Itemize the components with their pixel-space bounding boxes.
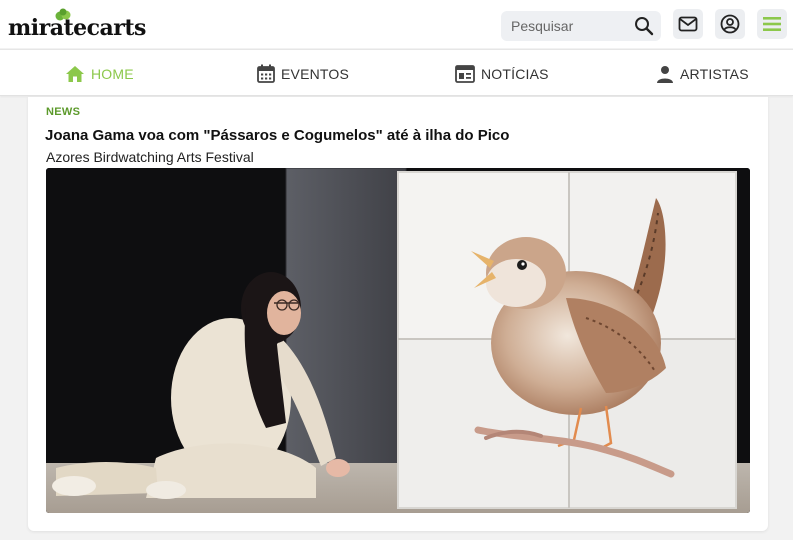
article-title[interactable]: Joana Gama voa com "Pássaros e Cogumelos… [45, 127, 509, 144]
logo[interactable]: miratecarts [8, 8, 146, 41]
nav-item-noticias[interactable]: NOTÍCIAS [455, 50, 549, 97]
calendar-icon [257, 64, 275, 83]
person-icon [657, 65, 673, 83]
nav-item-artistas[interactable]: ARTISTAS [656, 50, 749, 97]
nav-item-label: HOME [91, 65, 134, 82]
menu-icon [763, 17, 781, 31]
main-nav: HOME EVENTOS NOTÍCIAS ARTISTAS [0, 49, 793, 96]
messages-button[interactable] [673, 9, 703, 39]
nav-item-label: NOTÍCIAS [481, 65, 549, 82]
nav-item-label: EVENTOS [281, 65, 350, 82]
mail-icon [678, 16, 698, 32]
performance-photo [46, 168, 750, 513]
nav-item-label: ARTISTAS [680, 65, 749, 82]
search-box [501, 11, 661, 41]
logo-text: miratecarts [8, 15, 146, 41]
newspaper-icon [455, 64, 475, 83]
article-category-tag[interactable]: NEWS [46, 106, 80, 118]
search-icon [635, 17, 654, 36]
article-card[interactable]: NEWS Joana Gama voa com "Pássaros e Cogu… [28, 97, 768, 531]
article-subtitle: Azores Birdwatching Arts Festival [46, 149, 254, 165]
article-image[interactable] [46, 168, 750, 513]
leaf-icon [55, 8, 71, 21]
top-header: miratecarts [0, 0, 793, 48]
home-icon [66, 65, 84, 82]
search-input[interactable] [511, 11, 626, 41]
menu-button[interactable] [757, 9, 787, 39]
account-button[interactable] [715, 9, 745, 39]
nav-item-eventos[interactable]: EVENTOS [257, 50, 349, 97]
search-button[interactable] [633, 16, 655, 38]
nav-item-home[interactable]: HOME [65, 50, 134, 97]
user-icon [720, 14, 740, 34]
